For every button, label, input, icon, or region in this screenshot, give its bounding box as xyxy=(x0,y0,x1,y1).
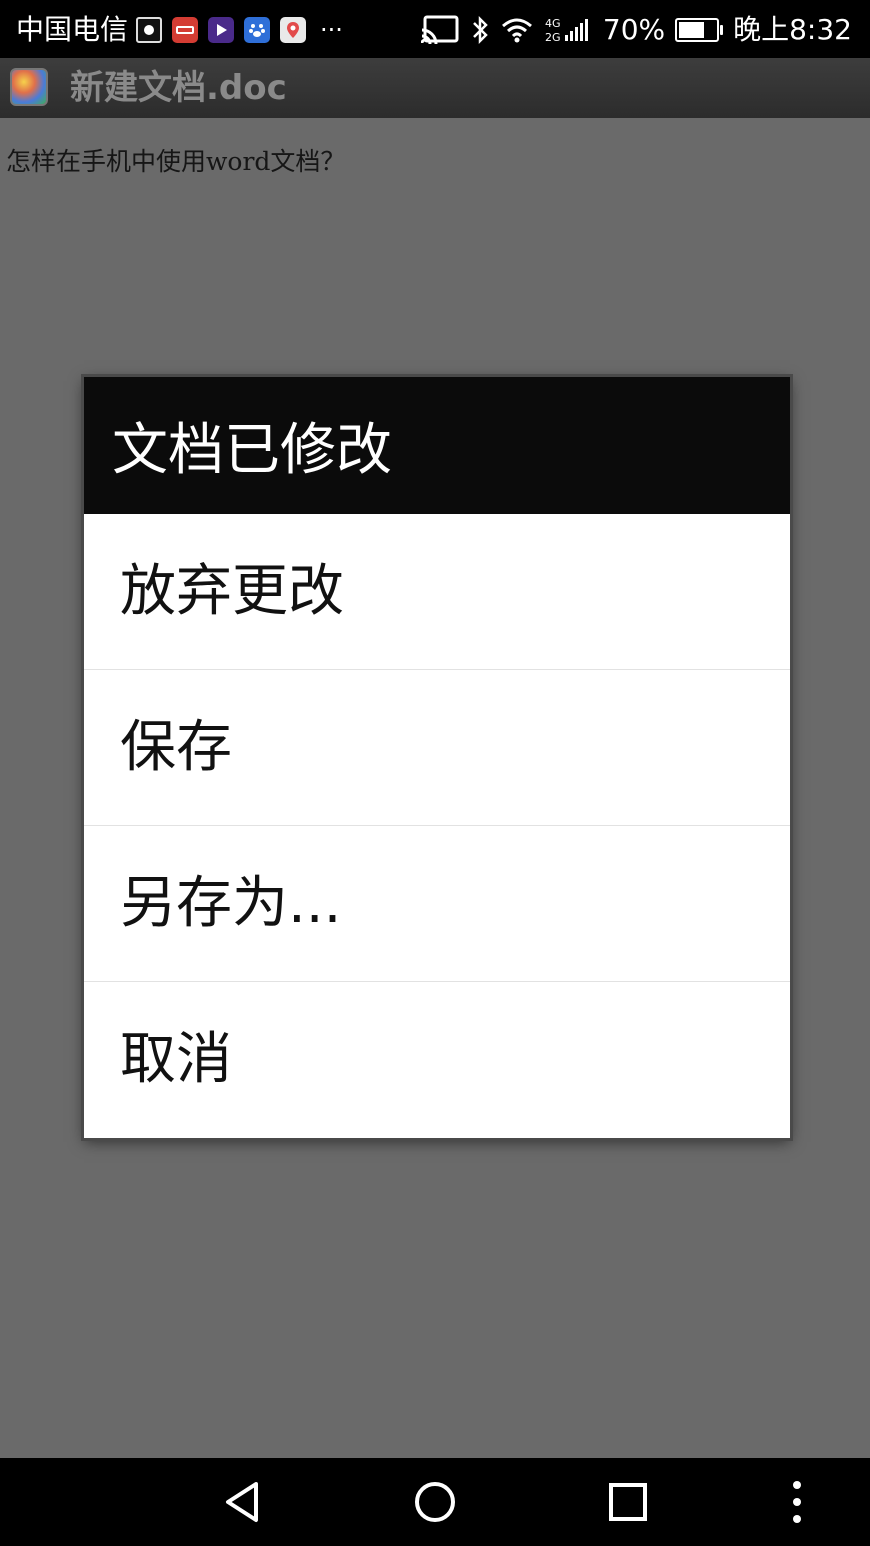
back-button[interactable] xyxy=(200,1458,284,1546)
clock: 晚上8:32 xyxy=(733,13,852,46)
screenshot-icon xyxy=(136,17,163,43)
signal-icon: 4G 2G xyxy=(545,17,588,44)
status-right: 4G 2G 70% 晚上8:32 xyxy=(420,10,852,50)
document-modified-dialog: 文档已修改 放弃更改 保存 另存为... 取消 xyxy=(84,377,790,1138)
recents-icon xyxy=(609,1483,647,1521)
battery-percent: 70% xyxy=(602,13,666,46)
save-option[interactable]: 保存 xyxy=(84,669,790,824)
battery-fill xyxy=(679,22,705,38)
app-title: 新建文档.doc xyxy=(70,68,287,108)
dialog-title: 文档已修改 xyxy=(112,418,392,483)
navigation-bar xyxy=(0,1458,870,1546)
more-notifications-indicator: ··· xyxy=(320,16,343,44)
menu-button[interactable] xyxy=(770,1458,824,1546)
dialog-header: 文档已修改 xyxy=(84,377,790,514)
toutiao-icon xyxy=(172,17,199,43)
svg-text:4G: 4G xyxy=(545,17,561,30)
baidu-icon xyxy=(244,17,271,43)
app-icon[interactable] xyxy=(10,68,48,106)
app-bar: 新建文档.doc xyxy=(0,58,870,118)
screen: 中国电信 ··· 4G 2G 70% 晚上8:32 新建文档.doc 怎样在手机… xyxy=(0,0,870,1546)
option-label: 放弃更改 xyxy=(120,559,344,624)
home-icon xyxy=(415,1482,455,1522)
document-text: 怎样在手机中使用word文档？ xyxy=(6,147,346,176)
recents-button[interactable] xyxy=(586,1458,670,1546)
carrier-label: 中国电信 xyxy=(16,13,129,46)
cancel-option[interactable]: 取消 xyxy=(84,981,790,1136)
wifi-icon xyxy=(501,18,532,43)
map-icon xyxy=(280,17,307,43)
home-button[interactable] xyxy=(393,1458,477,1546)
video-icon xyxy=(208,17,235,43)
discard-changes-option[interactable]: 放弃更改 xyxy=(84,514,790,669)
back-icon xyxy=(226,1482,258,1522)
menu-icon xyxy=(793,1481,801,1523)
cast-icon xyxy=(420,15,459,45)
save-as-option[interactable]: 另存为... xyxy=(84,825,790,980)
battery-icon xyxy=(675,18,724,42)
svg-text:2G: 2G xyxy=(545,31,561,44)
status-left: 中国电信 ··· xyxy=(16,10,343,50)
option-label: 保存 xyxy=(120,715,232,780)
option-label: 另存为... xyxy=(120,871,342,936)
bluetooth-icon xyxy=(472,15,488,45)
status-bar: 中国电信 ··· 4G 2G 70% 晚上8:32 xyxy=(0,0,870,58)
option-label: 取消 xyxy=(120,1027,232,1092)
